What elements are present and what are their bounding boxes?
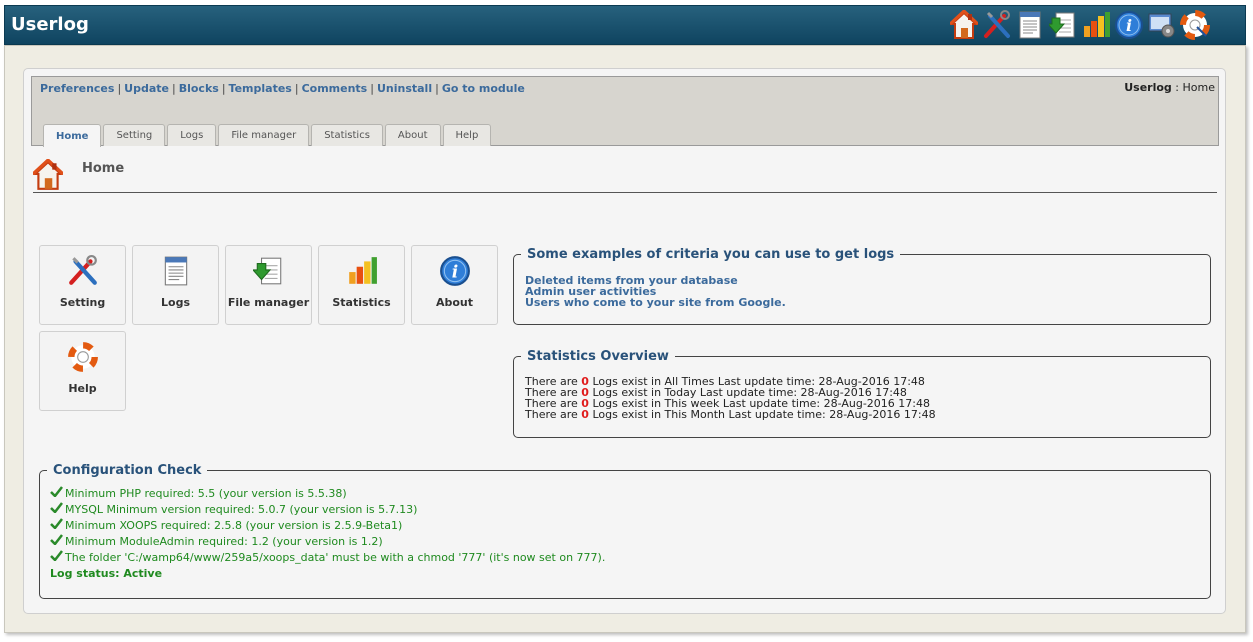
tab-help[interactable]: Help: [442, 124, 492, 146]
config-check-text: The folder 'C:/wamp64/www/259a5/xoops_da…: [65, 551, 606, 564]
tab-home[interactable]: Home: [43, 124, 102, 147]
statistics-icon[interactable]: [1081, 9, 1111, 41]
breadcrumb: Userlog : Home: [1124, 81, 1215, 94]
criteria-list: Deleted items from your database Admin u…: [525, 275, 1210, 308]
home-icon: [31, 157, 65, 195]
link-go-to-module[interactable]: Go to module: [442, 82, 525, 95]
svg-text:i: i: [452, 262, 458, 282]
help-lifebuoy-icon: [67, 341, 99, 373]
config-check-text: Minimum PHP required: 5.5 (your version …: [65, 487, 347, 500]
checkmark-icon: [50, 486, 64, 502]
config-check-text: Minimum ModuleAdmin required: 1.2 (your …: [65, 535, 383, 548]
statistics-overview-box: Statistics Overview There are 0 Logs exi…: [513, 349, 1211, 438]
stat-text: Logs exist in This Month Last update tim…: [592, 408, 936, 421]
module-admin-header: Preferences | Update | Blocks | Templates | Comm…: [31, 76, 1219, 147]
config-check-row: The folder 'C:/wamp64/www/259a5/xoops_da…: [50, 550, 1210, 566]
configuration-legend: Configuration Check: [53, 463, 202, 478]
breadcrumb-module[interactable]: Userlog: [1124, 81, 1172, 94]
info-icon: i: [439, 255, 471, 287]
menu-button-setting[interactable]: Setting: [39, 245, 126, 325]
config-check-text: MYSQL Minimum version required: 5.0.7 (y…: [65, 503, 418, 516]
settings-window-icon[interactable]: [1147, 9, 1177, 41]
link-templates[interactable]: Templates: [229, 82, 292, 95]
tools-icon: [67, 254, 99, 287]
tab-about[interactable]: About: [384, 124, 441, 146]
menu-button-statistics[interactable]: Statistics: [318, 245, 405, 325]
config-check-row: Minimum XOOPS required: 2.5.8 (your vers…: [50, 518, 1210, 534]
link-comments[interactable]: Comments: [302, 82, 368, 95]
menu-button-logs[interactable]: Logs: [132, 245, 219, 325]
tab-statistics[interactable]: Statistics: [311, 124, 383, 146]
stat-count: 0: [581, 408, 589, 421]
checkmark-icon: [50, 550, 64, 566]
breadcrumb-separator: :: [1175, 81, 1180, 94]
tab-bar: Home Setting Logs File manager Statistic…: [43, 124, 492, 147]
menu-button-label: Statistics: [332, 296, 391, 309]
file-manager-icon: [251, 255, 285, 287]
link-blocks[interactable]: Blocks: [179, 82, 219, 95]
menu-button-label: Help: [68, 382, 97, 395]
page-title: Home: [82, 161, 125, 176]
breadcrumb-page: Home: [1182, 81, 1215, 94]
menu-button-about[interactable]: i About: [411, 245, 498, 325]
statistics-icon: [346, 255, 378, 287]
checkmark-icon: [50, 518, 64, 534]
menu-button-help[interactable]: Help: [39, 331, 126, 411]
tab-file-manager[interactable]: File manager: [218, 124, 310, 146]
admin-links: Preferences | Update | Blocks | Templates | Comm…: [40, 82, 525, 95]
config-check-row: MYSQL Minimum version required: 5.0.7 (y…: [50, 502, 1210, 518]
home-icon[interactable]: [949, 9, 979, 41]
top-toolbar: i: [949, 9, 1210, 41]
link-preferences[interactable]: Preferences: [40, 82, 114, 95]
tab-setting[interactable]: Setting: [103, 124, 166, 146]
document-icon[interactable]: [1015, 9, 1045, 41]
stat-prefix: There are: [525, 408, 578, 421]
file-manager-icon[interactable]: [1048, 9, 1078, 41]
menu-button-label: Logs: [161, 296, 190, 309]
configuration-check-box: Configuration Check Minimum PHP required…: [39, 463, 1211, 599]
info-icon[interactable]: i: [1114, 9, 1144, 41]
log-status: Log status: Active: [50, 567, 163, 580]
configuration-list: Minimum PHP required: 5.5 (your version …: [50, 486, 1210, 582]
checkmark-icon: [50, 502, 64, 518]
config-check-row: Minimum PHP required: 5.5 (your version …: [50, 486, 1210, 502]
criteria-item[interactable]: Users who come to your site from Google.: [525, 297, 1210, 308]
tools-icon[interactable]: [982, 9, 1012, 41]
app-title: Userlog: [11, 14, 89, 35]
checkmark-icon: [50, 534, 64, 550]
document-icon: [160, 255, 192, 287]
statistics-legend: Statistics Overview: [527, 349, 669, 364]
menu-button-file-manager[interactable]: File manager: [225, 245, 312, 325]
statistics-list: There are 0 Logs exist in All Times Last…: [525, 376, 1210, 420]
menu-button-label: About: [435, 296, 474, 309]
tab-logs[interactable]: Logs: [167, 124, 217, 146]
page-header: Home: [31, 156, 1217, 195]
statistics-row: There are 0 Logs exist in This Month Las…: [525, 409, 1210, 420]
menu-button-label: Setting: [59, 296, 106, 309]
help-lifebuoy-icon[interactable]: [1180, 9, 1210, 41]
config-check-row: Minimum ModuleAdmin required: 1.2 (your …: [50, 534, 1210, 550]
svg-text:i: i: [1126, 16, 1132, 35]
menu-button-label: File manager: [227, 296, 310, 309]
link-update[interactable]: Update: [124, 82, 169, 95]
config-check-text: Minimum XOOPS required: 2.5.8 (your vers…: [65, 519, 403, 532]
link-uninstall[interactable]: Uninstall: [377, 82, 432, 95]
title-bar: Userlog i: [4, 5, 1246, 45]
criteria-legend: Some examples of criteria you can use to…: [527, 247, 895, 262]
criteria-box: Some examples of criteria you can use to…: [513, 247, 1211, 325]
